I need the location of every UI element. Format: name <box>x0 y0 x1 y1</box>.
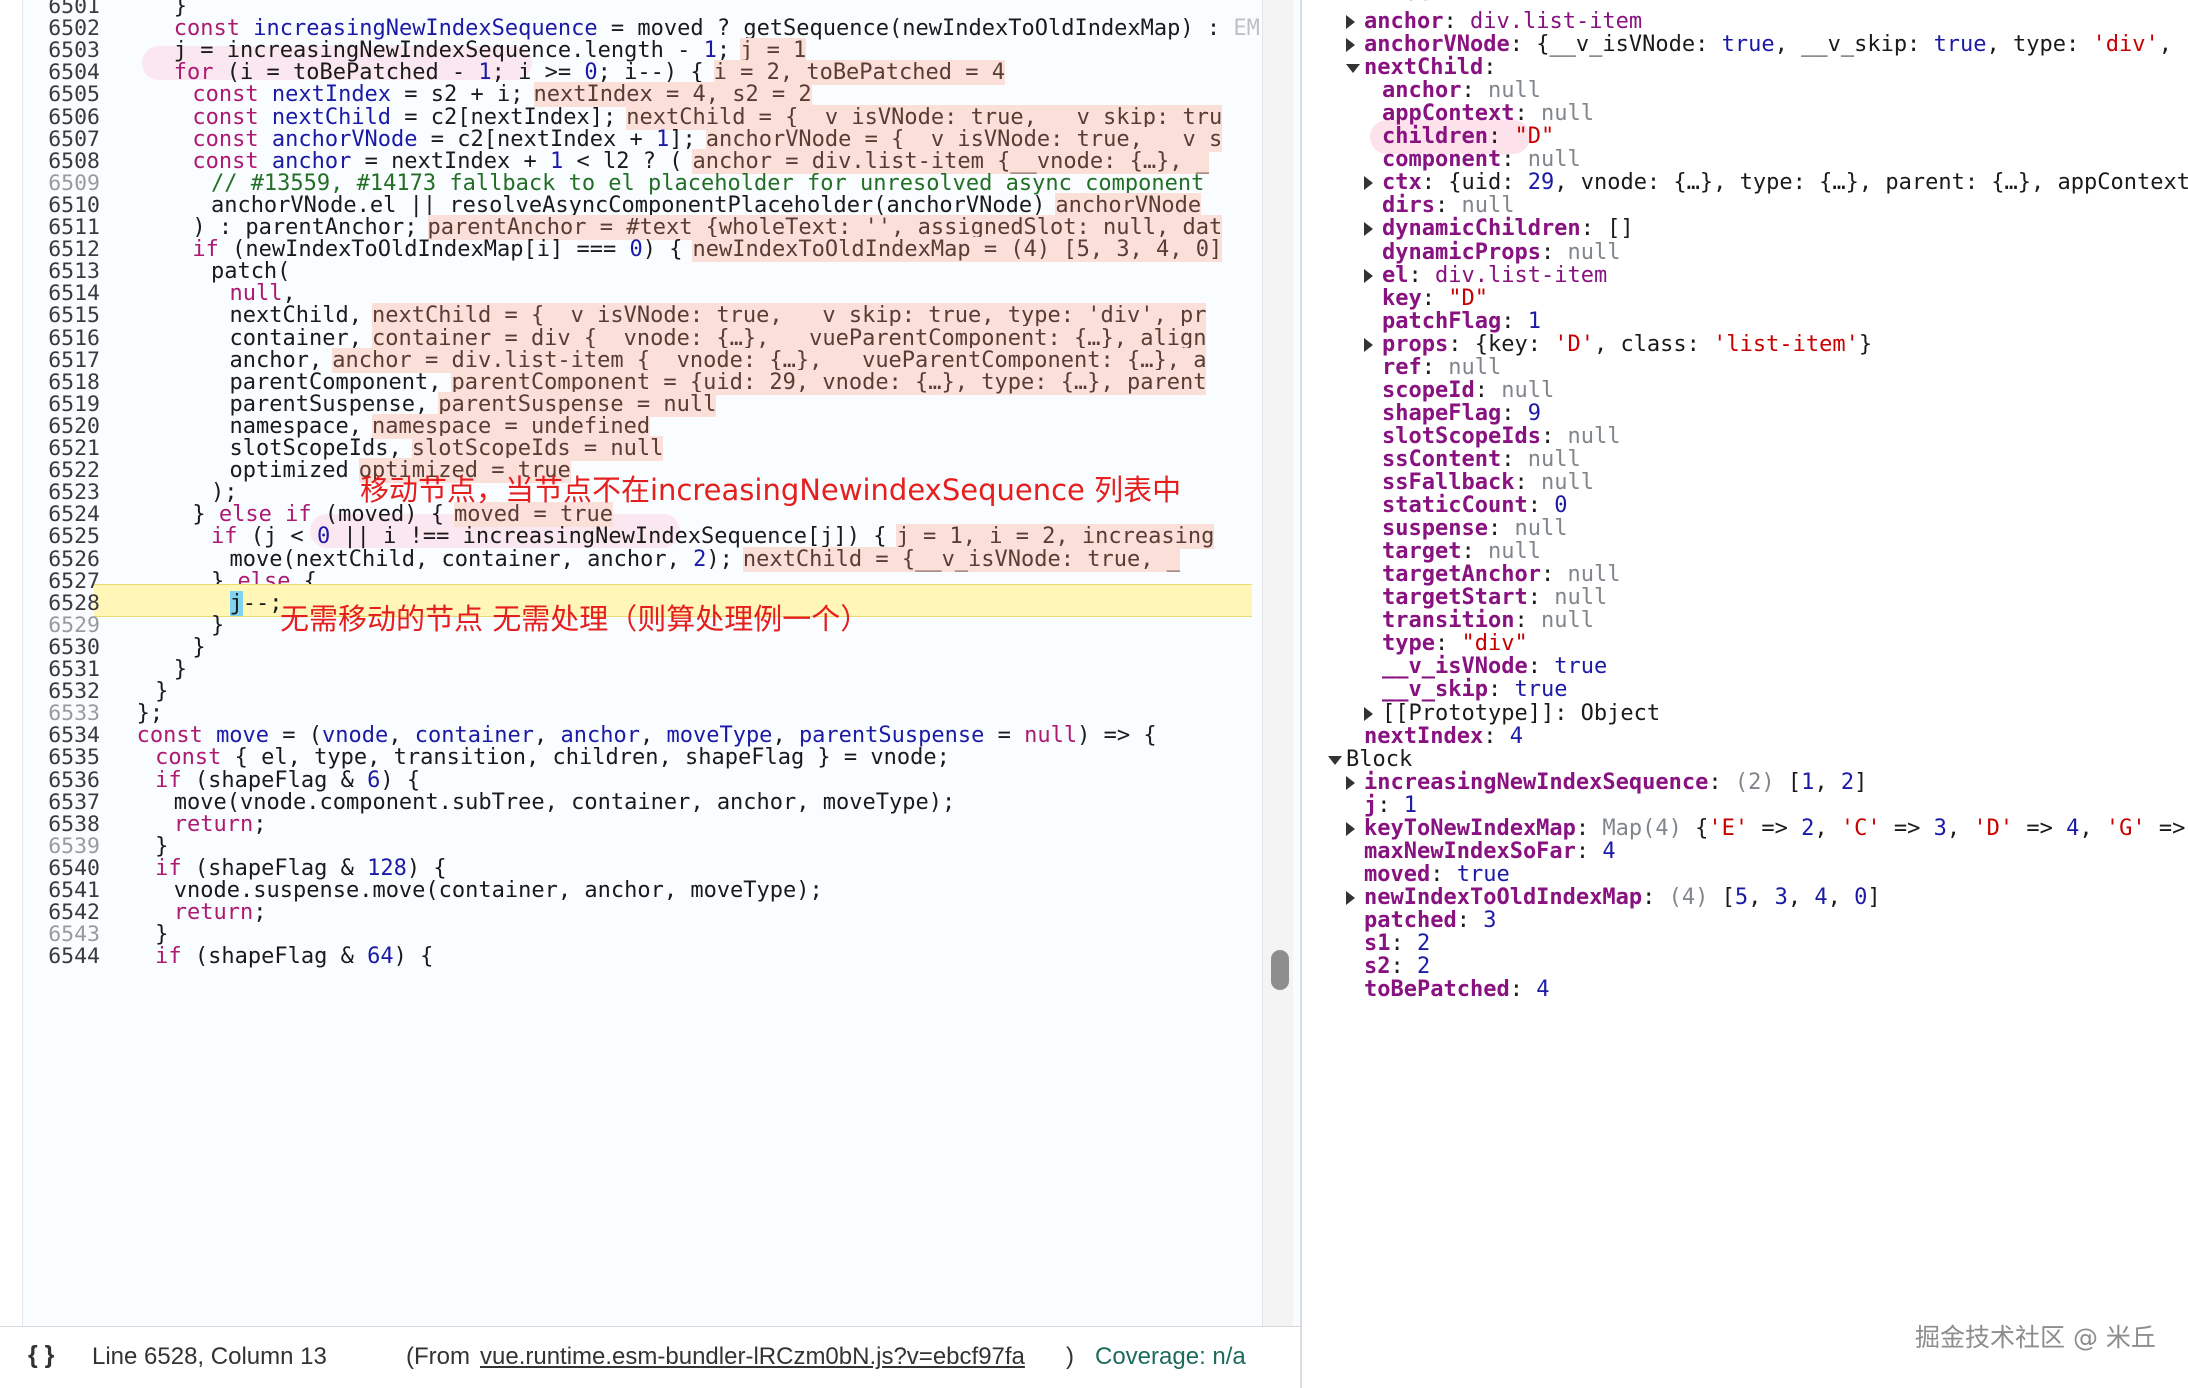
cursor-position: Line 6528, Column 13 <box>92 1343 327 1370</box>
status-bar: { } Line 6528, Column 13 (From vue.runti… <box>0 1326 1300 1388</box>
variable-value: => <box>1880 815 1934 841</box>
variable-value: 5 <box>1734 884 1749 910</box>
variable-value: 2 <box>1801 815 1815 841</box>
source-file-link[interactable]: vue.runtime.esm-bundler-lRCzm0bN.js?v=eb… <box>480 1343 1025 1371</box>
expand-arrow-icon[interactable] <box>1364 268 1373 283</box>
annotation-no-move: 无需移动的节点 无需处理（则算处理例一个） <box>280 602 870 636</box>
variable-value: 3 <box>1483 907 1497 933</box>
variable-value: (2) <box>1734 769 1788 795</box>
variable-value: 'div' <box>2092 32 2159 58</box>
variable-value: } <box>1858 331 1873 357</box>
variable-value: : <box>1708 769 1735 795</box>
variable-value: [ <box>1787 769 1802 795</box>
code-token: if <box>155 944 182 970</box>
variable-value: : Object <box>1554 700 1661 726</box>
variable-value: , <box>1814 769 1841 795</box>
variable-value: 29 <box>1527 170 1555 196</box>
scrollbar-thumb[interactable] <box>1271 950 1289 990</box>
expand-arrow-icon[interactable] <box>1364 337 1373 352</box>
expand-arrow-icon[interactable] <box>1364 706 1373 721</box>
variable-value: , <box>1827 884 1855 910</box>
variable-value: 1 <box>1801 769 1815 795</box>
variable-value: 'D' <box>1554 331 1594 357</box>
variable-value: : <box>1483 723 1510 749</box>
variable-value: : {__v_isVNode: <box>1509 32 1722 58</box>
source-from-suffix: ) <box>1066 1343 1074 1370</box>
variable-value: 'list-item' <box>1713 331 1859 357</box>
scope-variable-row[interactable]: increasingNewIndexSequence: (2) [1, 2] <box>1364 767 1867 799</box>
expand-arrow-icon[interactable] <box>1346 15 1355 29</box>
collapse-arrow-icon[interactable] <box>1328 755 1342 765</box>
variable-value: 4 <box>1509 723 1523 749</box>
variable-value: , <box>1787 884 1815 910</box>
watermark: 掘金技术社区 @ 米丘 <box>1915 1323 2156 1352</box>
variable-value: ] <box>1854 769 1868 795</box>
variable-value: 3 <box>1774 884 1788 910</box>
scope-variable-row[interactable]: toBePatched: 4 <box>1364 974 1549 1006</box>
annotation-move-node: 移动节点，当节点不在increasingNewindexSequence 列表中 <box>360 473 1182 507</box>
line-number[interactable]: 6544 <box>22 941 100 972</box>
expand-arrow-icon[interactable] <box>1364 176 1373 191</box>
collapse-arrow-icon[interactable] <box>1346 64 1360 74</box>
variable-value: Map(4) <box>1602 815 1696 841</box>
variable-value: , <box>2079 815 2106 841</box>
variable-value: { <box>1695 815 1709 841</box>
variable-value: 3 <box>1933 815 1947 841</box>
variable-value: : <box>1575 838 1603 864</box>
variable-value: => <box>2145 815 2186 841</box>
expand-arrow-icon[interactable] <box>1364 222 1373 237</box>
variable-value: 4 <box>2066 815 2080 841</box>
variable-value: true <box>1721 32 1775 58</box>
expand-arrow-icon[interactable] <box>1346 890 1355 905</box>
variable-value: , class: <box>1593 331 1714 357</box>
variable-value: , <box>1814 815 1841 841</box>
editor-vertical-scrollbar[interactable] <box>1262 0 1293 1326</box>
variable-value: true <box>1933 32 1987 58</box>
variable-value: : <box>1642 884 1669 910</box>
variable-value: : <box>1456 907 1484 933</box>
coverage-status[interactable]: Coverage: n/a <box>1095 1343 1246 1371</box>
variable-value: ] <box>1867 884 1881 910</box>
variable-value: 'G' <box>2105 815 2146 841</box>
code-editor[interactable]: 6501} 6502 const increasingNewIndexSequenc… <box>0 0 1300 1388</box>
variable-value: => <box>2013 815 2067 841</box>
variable-value: 'C' <box>1840 815 1881 841</box>
variable-value: 4 <box>1536 977 1550 1003</box>
variable-value: , type: <box>1986 32 2093 58</box>
expand-arrow-icon[interactable] <box>1346 38 1355 53</box>
code-token: ) { <box>393 944 434 970</box>
scope-panel[interactable]: Block anchor: div.list-itemanchorVNode: … <box>1302 0 2188 1388</box>
variable-value: , vnode: {…}, type: {…}, parent: {…}, ap… <box>1554 170 2188 196</box>
variable-value: , <box>2158 32 2186 58</box>
variable-value: (4) <box>1668 884 1722 910</box>
variable-value: 0 <box>1854 884 1868 910</box>
variable-value: 4 <box>1814 884 1828 910</box>
code-line[interactable]: 6544 if (shapeFlag & 64) { <box>22 941 1300 972</box>
variable-value: : <box>1509 977 1537 1003</box>
code-lines[interactable]: 6501} 6502 const increasingNewIndexSequenc… <box>22 0 1300 1326</box>
variable-value: , <box>1748 884 1775 910</box>
expand-arrow-icon[interactable] <box>1346 775 1355 790</box>
variable-value: [ <box>1721 884 1735 910</box>
variable-value: 4 <box>1602 838 1616 864</box>
code-token: 64 <box>367 944 394 970</box>
editor-left-strip <box>0 0 23 1388</box>
variable-value: 2 <box>1840 769 1855 795</box>
variable-value: => <box>1748 815 1802 841</box>
variable-value: 'E' <box>1708 815 1749 841</box>
variable-name: toBePatched <box>1364 977 1510 1003</box>
variable-value: , <box>1946 815 1974 841</box>
code-text: if (shapeFlag & 64) { <box>155 941 433 972</box>
expand-arrow-icon[interactable] <box>1346 821 1355 836</box>
variable-value: , __v_skip: <box>1774 32 1934 58</box>
variable-value: null <box>1540 608 1594 634</box>
source-from-prefix: (From <box>406 1343 470 1370</box>
code-token: (shapeFlag & <box>181 944 368 970</box>
variable-value: 'D' <box>1973 815 2014 841</box>
pretty-print-icon[interactable]: { } <box>28 1341 54 1370</box>
